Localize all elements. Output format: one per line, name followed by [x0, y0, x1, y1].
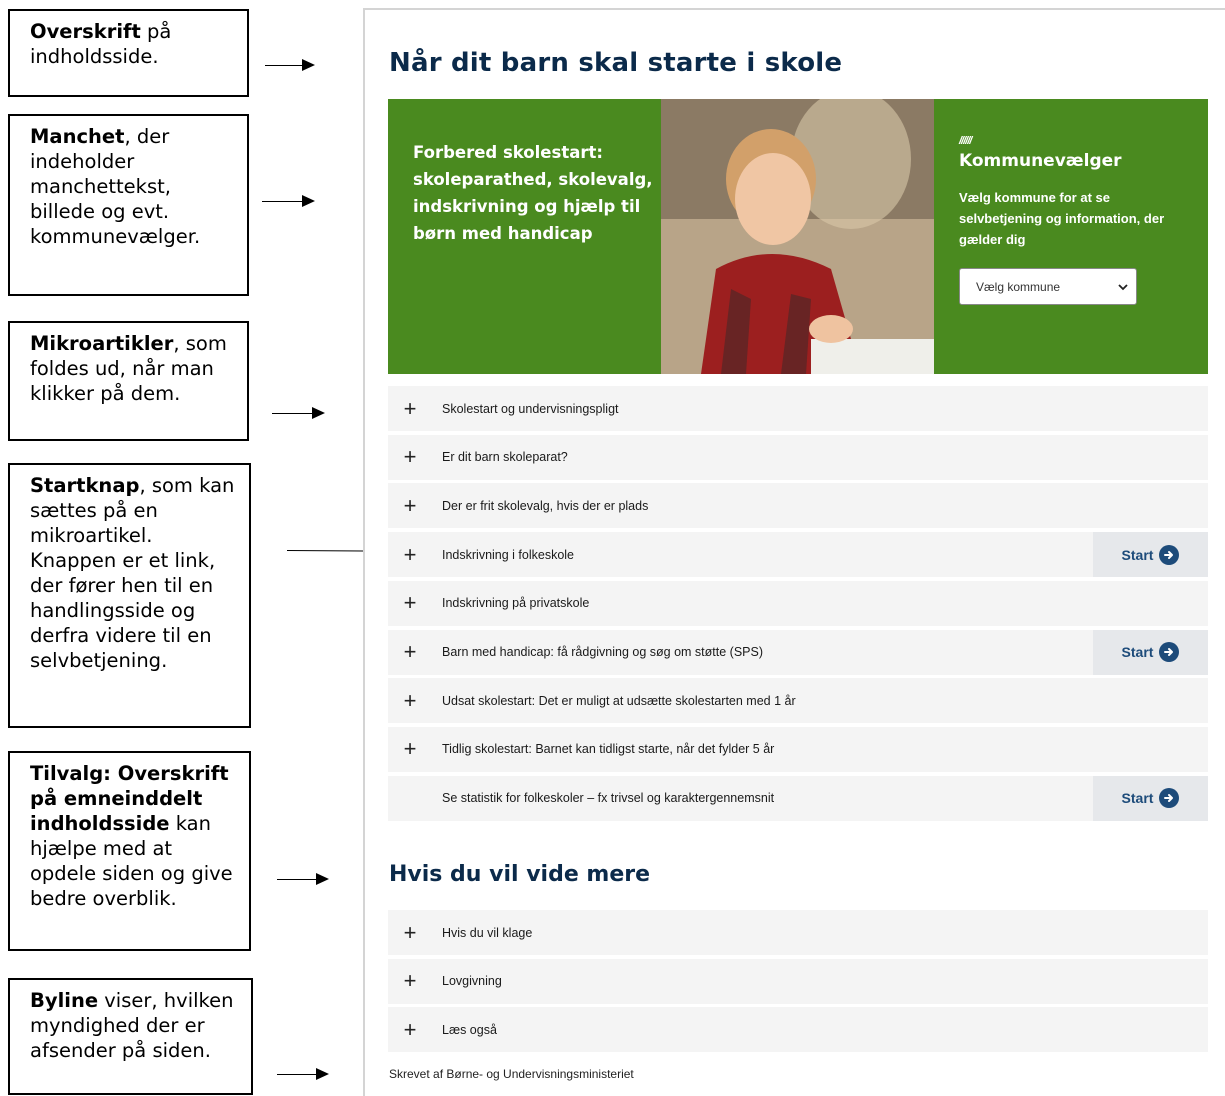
- micro-article-item[interactable]: + Der er frit skolevalg, hvis der er plad…: [388, 483, 1208, 529]
- page-title: Når dit barn skal starte i skole: [389, 48, 843, 78]
- micro-article-label: Indskrivning i folkeskole: [442, 547, 575, 562]
- start-button-label: Start: [1121, 546, 1154, 563]
- select-value: Vælg kommune: [976, 279, 1061, 294]
- micro-article-item[interactable]: + Barn med handicap: få rådgivning og søg…: [388, 629, 1208, 675]
- micro-article-item[interactable]: Se statistik for folkeskoler – fx trivse…: [388, 775, 1208, 821]
- plus-icon: +: [403, 687, 417, 713]
- arrow-manchet: [262, 195, 315, 207]
- plus-icon: +: [403, 639, 417, 664]
- micro-article-label: Se statistik for folkeskoler – fx trivse…: [442, 791, 775, 806]
- municipality-select[interactable]: Vælg kommune: [959, 268, 1137, 305]
- selector-title: Kommunevælger: [959, 151, 1122, 171]
- micro-article-label: Læs også: [442, 1022, 497, 1037]
- arrow-right-icon: [1159, 544, 1180, 565]
- micro-article-item[interactable]: + Læs også: [388, 1007, 1208, 1053]
- annotation-startknap: Startknap, som kan sættes på en mikroart…: [8, 463, 251, 728]
- start-button-label: Start: [1121, 644, 1154, 660]
- micro-article-item[interactable]: + Tidlig skolestart: Barnet kan tidligst …: [388, 726, 1208, 772]
- arrow-right-icon: [1159, 788, 1180, 809]
- plus-icon: +: [403, 1016, 417, 1042]
- plus-icon: +: [403, 541, 417, 567]
- start-button-label: Start: [1121, 790, 1154, 807]
- micro-article-item[interactable]: + Indskrivning i folkeskole Start: [388, 532, 1208, 578]
- micro-article-label: Tidlig skolestart: Barnet kan tidligst s…: [442, 742, 775, 757]
- municipality-selector: ////// Kommunevælger Vælg kommune for at…: [959, 135, 1189, 305]
- annotation-mikroartikler: Mikroartikler, som foldes ud, når man kl…: [8, 321, 249, 441]
- hero-banner: Forbered skolestart: skoleparathed, skol…: [388, 99, 1208, 374]
- micro-article-item[interactable]: + Udsat skolestart: Det er muligt at udsæ…: [388, 678, 1208, 724]
- plus-icon: +: [403, 444, 417, 470]
- annotation-tilvalg: Tilvalg: Overskrift på emneinddelt indho…: [8, 751, 251, 951]
- arrow-tilvalg: [277, 873, 329, 885]
- arrow-overskrift: [265, 59, 315, 71]
- micro-article-item[interactable]: + Indskrivning på privatskole: [388, 580, 1208, 626]
- arrow-mikroartikler: [272, 407, 325, 419]
- start-button[interactable]: Start: [1093, 532, 1208, 578]
- micro-article-item[interactable]: + Lovgivning: [388, 958, 1208, 1004]
- plus-icon: +: [403, 736, 417, 762]
- chevron-down-icon: [1118, 280, 1128, 294]
- annotation-byline: Byline viser, hvilken myndighed der er a…: [8, 978, 253, 1095]
- micro-article-label: Der er frit skolevalg, hvis der er plads: [442, 498, 649, 513]
- hero-image: [661, 99, 934, 374]
- micro-article-item[interactable]: + Er dit barn skoleparat?: [388, 434, 1208, 480]
- selector-marker: //////: [959, 135, 972, 147]
- start-button[interactable]: Start: [1093, 629, 1208, 675]
- micro-article-label: Lovgivning: [442, 974, 502, 989]
- arrow-byline: [277, 1068, 329, 1080]
- micro-article-label: Er dit barn skoleparat?: [442, 450, 568, 465]
- micro-article-label: Udsat skolestart: Det er muligt at udsæt…: [442, 693, 796, 708]
- micro-article-label: Indskrivning på privatskole: [442, 596, 590, 611]
- micro-article-item[interactable]: + Hvis du vil klage: [388, 910, 1208, 955]
- plus-icon: +: [403, 919, 417, 945]
- start-button[interactable]: Start: [1093, 775, 1208, 821]
- section-title: Hvis du vil vide mere: [389, 862, 651, 887]
- plus-icon: +: [403, 492, 417, 518]
- annotation-manchet: Manchet, der indeholder manchettekst, bi…: [8, 114, 249, 296]
- annotation-overskrift: Overskrift på indholdsside.: [8, 9, 249, 97]
- hero-text: Forbered skolestart: skoleparathed, skol…: [413, 143, 653, 243]
- plus-icon: +: [403, 968, 417, 994]
- micro-article-label: Hvis du vil klage: [442, 925, 533, 940]
- plus-icon: +: [403, 395, 417, 421]
- plus-icon: +: [403, 590, 417, 616]
- byline: Skrevet af Børne- og Undervisningsminist…: [389, 1067, 634, 1081]
- micro-article-item[interactable]: + Skolestart og undervisningspligt: [388, 386, 1208, 431]
- arrow-right-icon: [1159, 642, 1180, 662]
- selector-text: Vælg kommune for at se selvbetjening og …: [959, 190, 1165, 247]
- micro-article-label: Barn med handicap: få rådgivning og søg …: [442, 645, 763, 659]
- micro-article-label: Skolestart og undervisningspligt: [442, 401, 619, 416]
